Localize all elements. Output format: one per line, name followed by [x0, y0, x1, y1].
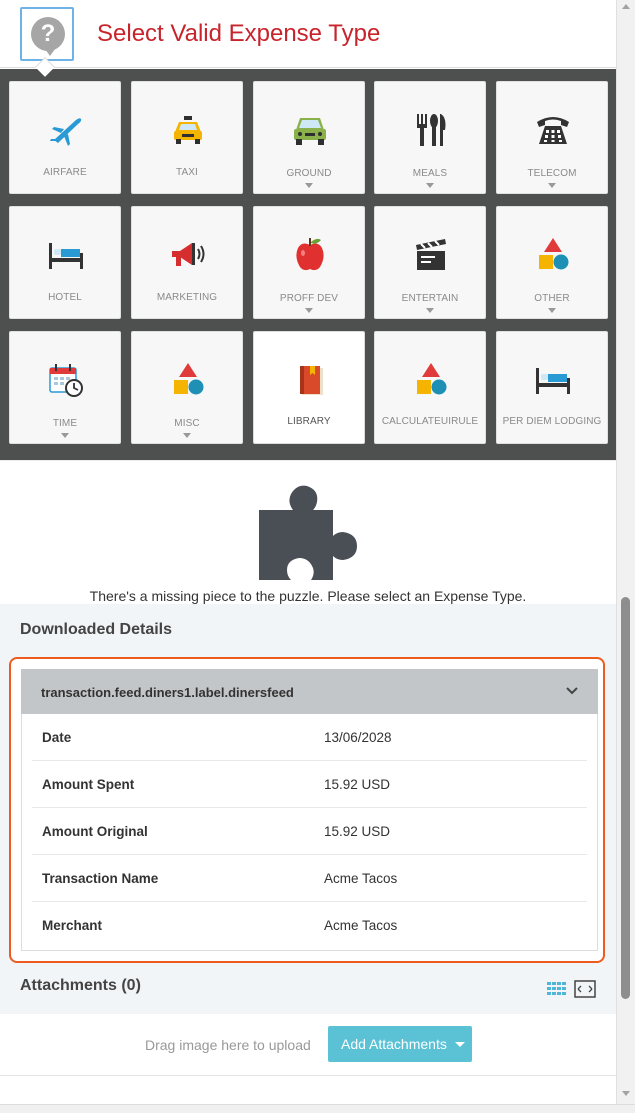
bed-icon	[536, 368, 570, 394]
scroll-up-icon[interactable]	[622, 4, 630, 9]
expense-tile-airfare[interactable]: AIRFARE	[9, 81, 121, 194]
missing-piece-message: There's a missing piece to the puzzle. P…	[89, 588, 527, 604]
detail-value: Acme Tacos	[324, 871, 398, 886]
expense-tile-hotel[interactable]: HOTEL	[9, 206, 121, 319]
fork-knife-icon	[417, 114, 446, 146]
book-icon	[300, 366, 323, 395]
attachments-title: Attachments (0)	[20, 977, 141, 994]
expense-tile-taxi[interactable]: TAXI	[131, 81, 243, 194]
question-icon: ?	[31, 17, 65, 51]
detail-value: 15.92 USD	[324, 824, 391, 839]
expense-tile-calculateuirule[interactable]: CALCULATEUIRULE	[374, 331, 486, 444]
tile-label: TIME	[52, 418, 78, 429]
shapes-icon	[539, 238, 569, 270]
megaphone-icon	[172, 243, 205, 266]
detail-row-date: Date 13/06/2028	[32, 714, 587, 761]
bottom-edge	[0, 1104, 635, 1113]
caret-down-icon	[548, 183, 556, 188]
detail-row-merchant: Merchant Acme Tacos	[32, 902, 587, 949]
puzzle-piece-icon	[259, 485, 357, 580]
tile-label: PROFF DEV	[279, 293, 339, 304]
caret-down-icon	[426, 308, 434, 313]
airplane-icon	[50, 118, 82, 146]
apple-icon	[296, 238, 324, 271]
tile-label: TAXI	[176, 167, 198, 178]
taxi-icon	[174, 116, 202, 144]
tile-label: OTHER	[534, 293, 570, 304]
expense-tile-per-diem-lodging[interactable]: PER DIEM LODGING	[496, 331, 608, 444]
telephone-icon	[537, 117, 569, 144]
caret-down-icon	[183, 433, 191, 438]
panel-title: transaction.feed.diners1.label.dinersfee…	[41, 685, 294, 700]
expense-type-screen: ? Select Valid Expense Type AIRFARE TAXI…	[0, 0, 635, 1113]
caret-down-icon	[426, 183, 434, 188]
page-title: Select Valid Expense Type	[97, 20, 381, 47]
missing-piece-area: There's a missing piece to the puzzle. P…	[0, 460, 616, 604]
caret-down-icon	[305, 308, 313, 313]
expense-type-grid: AIRFARE TAXI GROUND MEALS TELECOM HOTEL …	[0, 69, 616, 460]
expense-tile-misc[interactable]: MISC	[131, 331, 243, 444]
caret-down-icon	[61, 433, 69, 438]
detail-key: Amount Original	[42, 824, 148, 839]
shapes-icon	[174, 363, 204, 395]
header: ? Select Valid Expense Type	[0, 0, 619, 77]
expense-tile-ground[interactable]: GROUND	[253, 81, 365, 194]
button-label: Add Attachments	[341, 1036, 447, 1052]
tile-label: GROUND	[286, 168, 332, 179]
tile-label: TELECOM	[527, 168, 577, 179]
add-attachments-button[interactable]: Add Attachments	[328, 1026, 472, 1062]
detail-value: 15.92 USD	[324, 777, 391, 792]
expense-tile-other[interactable]: OTHER	[496, 206, 608, 319]
vertical-scrollbar[interactable]	[616, 0, 635, 1104]
scrollbar-thumb[interactable]	[621, 597, 630, 999]
upload-area[interactable]: Drag image here to upload Add Attachment…	[0, 1014, 616, 1076]
detail-row-transaction-name: Transaction Name Acme Tacos	[32, 855, 587, 902]
grid-view-icon[interactable]	[547, 982, 567, 996]
expense-tile-library[interactable]: LIBRARY	[253, 331, 365, 444]
transaction-panel-header[interactable]: transaction.feed.diners1.label.dinersfee…	[21, 669, 598, 714]
car-icon	[294, 118, 326, 145]
expense-tile-time[interactable]: TIME	[9, 331, 121, 444]
bed-icon	[49, 243, 83, 269]
calendar-clock-icon	[49, 364, 83, 397]
downloaded-details-section: Downloaded Details transaction.feed.dine…	[0, 604, 616, 1014]
detail-value: Acme Tacos	[324, 918, 398, 933]
detail-key: Merchant	[42, 918, 103, 933]
tile-label: MISC	[174, 418, 200, 429]
caret-down-icon	[548, 308, 556, 313]
expense-tile-marketing[interactable]: MARKETING	[131, 206, 243, 319]
expense-tile-meals[interactable]: MEALS	[374, 81, 486, 194]
expense-tile-telecom[interactable]: TELECOM	[496, 81, 608, 194]
expense-tile-proff-dev[interactable]: PROFF DEV	[253, 206, 365, 319]
tile-label: AIRFARE	[43, 167, 87, 178]
tile-label: LIBRARY	[287, 416, 331, 427]
drag-drop-hint: Drag image here to upload	[145, 1037, 311, 1053]
tile-label: MEALS	[412, 168, 448, 179]
chevron-down-icon[interactable]	[565, 684, 579, 698]
shapes-icon	[417, 363, 447, 395]
clapperboard-icon	[416, 239, 446, 270]
transaction-details: Date 13/06/2028 Amount Spent 15.92 USD A…	[21, 714, 598, 951]
detail-key: Transaction Name	[42, 871, 159, 886]
detail-row-amount-spent: Amount Spent 15.92 USD	[32, 761, 587, 808]
tile-label: MARKETING	[156, 292, 218, 303]
detail-value: 13/06/2028	[324, 730, 392, 745]
tile-label: CALCULATEUIRULE	[381, 416, 479, 427]
detail-key: Date	[42, 730, 72, 745]
detail-row-amount-original: Amount Original 15.92 USD	[32, 808, 587, 855]
detail-key: Amount Spent	[42, 777, 135, 792]
help-pointer	[45, 49, 55, 56]
expense-tile-entertain[interactable]: ENTERTAIN	[374, 206, 486, 319]
section-title: Downloaded Details	[20, 621, 173, 638]
tile-label: HOTEL	[48, 292, 82, 303]
scroll-down-icon[interactable]	[622, 1091, 630, 1096]
highlight-frame: transaction.feed.diners1.label.dinersfee…	[9, 657, 605, 963]
tile-label: PER DIEM LODGING	[502, 416, 602, 427]
expand-icon[interactable]	[574, 980, 596, 998]
tile-label: ENTERTAIN	[401, 293, 459, 304]
caret-down-icon	[305, 183, 313, 188]
caret-down-icon	[455, 1042, 465, 1047]
help-button[interactable]: ?	[20, 7, 74, 61]
